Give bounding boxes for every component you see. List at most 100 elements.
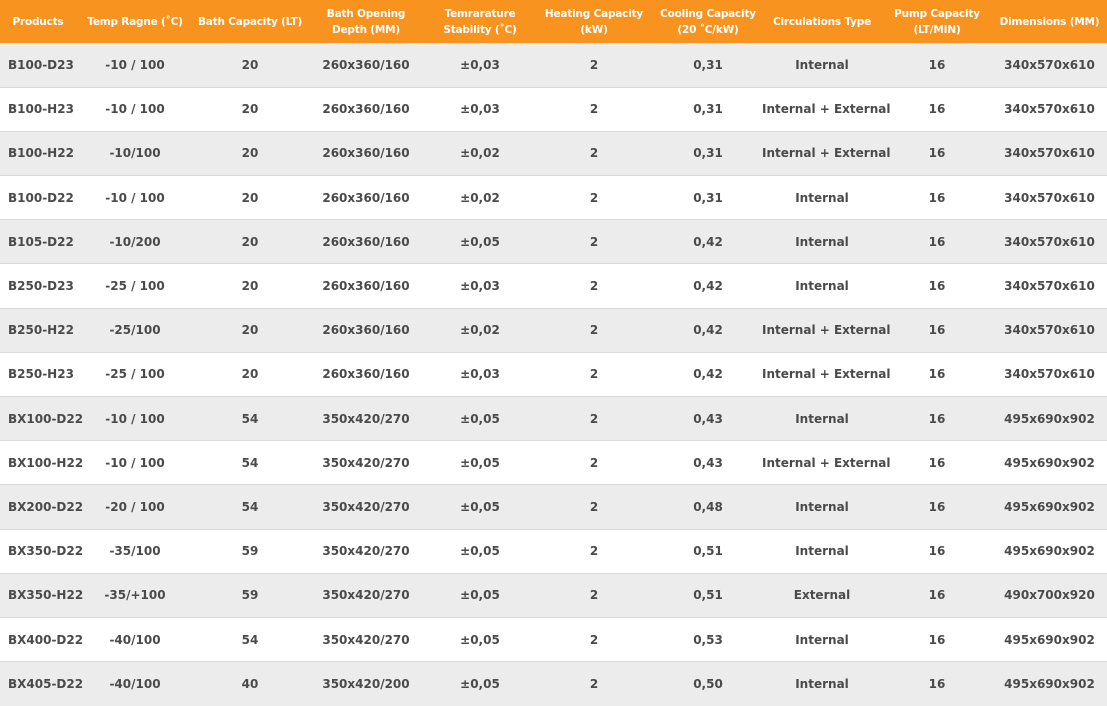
cell-pump-capacity: 16 — [882, 572, 992, 618]
cell-heating-capacity: 2 — [534, 484, 654, 530]
product-spec-table: Products Temp Ragne (˚C) Bath Capacity (… — [0, 0, 1107, 706]
cell-dimensions: 490x700x920 — [992, 572, 1107, 618]
cell-bath-opening-depth: 350x420/270 — [306, 395, 426, 441]
cell-cooling-capacity: 0,51 — [654, 528, 762, 574]
cell-temperature-stability: ±0,05 — [426, 440, 534, 485]
cell-product: B250-H23 — [0, 351, 76, 397]
cell-bath-capacity: 54 — [194, 440, 306, 485]
cell-heating-capacity: 2 — [534, 616, 654, 662]
cell-bath-opening-depth: 350x420/270 — [306, 616, 426, 662]
cell-bath-opening-depth: 260x360/160 — [322, 57, 410, 72]
cell-temp-range: -10 / 100 — [76, 175, 194, 220]
cell-dimensions: 340x570x610 — [992, 219, 1107, 264]
cell-temp-range: -35/+100 — [76, 572, 194, 618]
cell-temp-range: -10/200 — [76, 219, 194, 264]
cell-dimensions: 340x570x610 — [992, 130, 1107, 176]
table-row: BX400-D22 -40/100 54 350x420/270 ±0,05 2 0,53 I… — [0, 616, 1107, 662]
cell-pump-capacity: 16 — [882, 263, 992, 309]
cell-temperature-stability: ±0,03 — [426, 263, 534, 309]
table-header: Products Temp Ragne (˚C) Bath Capacity (… — [0, 0, 1107, 43]
cell-product: B105-D22 — [0, 219, 76, 264]
cell-temperature-stability: ±0,03 — [426, 86, 534, 132]
cell-product: B100-H23 — [0, 86, 76, 132]
cell-temp-range: -35/100 — [76, 528, 194, 574]
cell-pump-capacity: 16 — [882, 307, 992, 353]
cell-temperature-stability: ±0,05 — [426, 484, 534, 530]
header-bath-capacity: Bath Capacity (LT) — [197, 15, 303, 28]
cell-dimensions: 340x570x610 — [992, 86, 1107, 132]
cell-temp-range: -10 / 100 — [76, 440, 194, 485]
cell-circulation-type: Internal — [762, 616, 882, 662]
cell-dimensions: 340x570x610 — [992, 175, 1107, 220]
cell-cooling-capacity: 0,31 — [654, 86, 762, 132]
cell-cooling-capacity: 0,31 — [693, 57, 723, 72]
cell-bath-opening-depth: 260x360/160 — [306, 175, 426, 220]
cell-temperature-stability: ±0,05 — [426, 395, 534, 441]
cell-dimensions: 495x690x902 — [992, 616, 1107, 662]
cell-temperature-stability: ±0,03 — [460, 57, 500, 72]
cell-bath-capacity: 59 — [194, 528, 306, 574]
table-row: BX100-H22 -10 / 100 54 350x420/270 ±0,05 2 0,4… — [0, 440, 1107, 485]
cell-bath-capacity: 20 — [194, 351, 306, 397]
cell-temp-range: -10 / 100 — [105, 57, 165, 72]
cell-circulation-type: Internal — [762, 263, 882, 309]
table-row: B250-H22 -25/100 20 260x360/160 ±0,02 2 0,42 In… — [0, 307, 1107, 353]
cell-bath-opening-depth: 260x360/160 — [306, 86, 426, 132]
cell-bath-capacity: 20 — [194, 175, 306, 220]
cell-temperature-stability: ±0,02 — [426, 175, 534, 220]
cell-cooling-capacity: 0,50 — [654, 661, 762, 706]
cell-cooling-capacity: 0,43 — [654, 395, 762, 441]
cell-heating-capacity: 2 — [534, 395, 654, 441]
header-temperature-stability: Temrarature Stability (˚C) — [443, 7, 517, 36]
cell-bath-opening-depth: 260x360/160 — [306, 263, 426, 309]
cell-pump-capacity: 16 — [928, 57, 946, 72]
cell-circulation-type: Internal + External — [762, 307, 890, 353]
header-dimensions: Dimensions (MM) — [999, 15, 1100, 28]
cell-temp-range: -25 / 100 — [76, 263, 194, 309]
cell-temp-range: -40/100 — [76, 616, 194, 662]
cell-cooling-capacity: 0,48 — [654, 484, 762, 530]
cell-product: BX400-D22 — [0, 616, 83, 662]
cell-dimensions: 495x690x902 — [992, 661, 1107, 706]
cell-bath-opening-depth: 350x420/270 — [306, 572, 426, 618]
cell-heating-capacity: 2 — [534, 175, 654, 220]
table-row: BX200-D22 -20 / 100 54 350x420/270 ±0,05 2 0,4… — [0, 484, 1107, 530]
cell-heating-capacity: 2 — [534, 572, 654, 618]
cell-pump-capacity: 16 — [882, 351, 992, 397]
table-row: BX350-H22 -35/+100 59 350x420/270 ±0,05 2 0,51… — [0, 572, 1107, 618]
cell-bath-capacity: 20 — [194, 219, 306, 264]
table-body: B100-D23 -10 / 100 20 260x360/160 ±0,03 2 0,31… — [0, 43, 1107, 706]
header-row: Products Temp Ragne (˚C) Bath Capacity (… — [0, 0, 1107, 43]
table-row: B105-D22 -10/200 20 260x360/160 ±0,05 2 0,42 In… — [0, 219, 1107, 264]
cell-product: BX350-D22 — [0, 528, 83, 574]
cell-circulation-type: Internal — [762, 219, 882, 264]
cell-bath-opening-depth: 350x420/200 — [306, 661, 426, 706]
table-row: B100-D22 -10 / 100 20 260x360/160 ±0,02 2 0,31… — [0, 175, 1107, 220]
cell-heating-capacity: 2 — [534, 219, 654, 264]
cell-product: B250-D23 — [0, 263, 76, 309]
cell-bath-capacity: 20 — [194, 263, 306, 309]
cell-heating-capacity: 2 — [534, 263, 654, 309]
table-row: BX100-D22 -10 / 100 54 350x420/270 ±0,05 2 0,4… — [0, 395, 1107, 441]
cell-circulation-type: Internal — [762, 175, 882, 220]
cell-circulation-type: Internal + External — [762, 130, 890, 176]
cell-heating-capacity: 2 — [534, 440, 654, 485]
table-row: BX350-D22 -35/100 59 350x420/270 ±0,05 2 0,51 I… — [0, 528, 1107, 574]
cell-cooling-capacity: 0,42 — [654, 263, 762, 309]
cell-dimensions: 495x690x902 — [992, 440, 1107, 485]
cell-heating-capacity: 2 — [534, 307, 654, 353]
cell-dimensions: 340x570x610 — [1004, 57, 1095, 72]
cell-cooling-capacity: 0,31 — [654, 175, 762, 220]
cell-dimensions: 340x570x610 — [992, 263, 1107, 309]
cell-temp-range: -25 / 100 — [76, 351, 194, 397]
cell-dimensions: 340x570x610 — [992, 307, 1107, 353]
cell-product: BX350-H22 — [0, 572, 83, 618]
table-row: B250-H23 -25 / 100 20 260x360/160 ±0,03 2 0,42… — [0, 351, 1107, 397]
cell-temp-range: -10 / 100 — [76, 395, 194, 441]
cell-product: B100-D22 — [0, 175, 76, 220]
cell-pump-capacity: 16 — [882, 616, 992, 662]
table-row: B250-D23 -25 / 100 20 260x360/160 ±0,03 2 0,42… — [0, 263, 1107, 309]
cell-circulation-type: Internal — [762, 484, 882, 530]
cell-cooling-capacity: 0,31 — [654, 130, 762, 176]
cell-bath-capacity: 54 — [194, 395, 306, 441]
